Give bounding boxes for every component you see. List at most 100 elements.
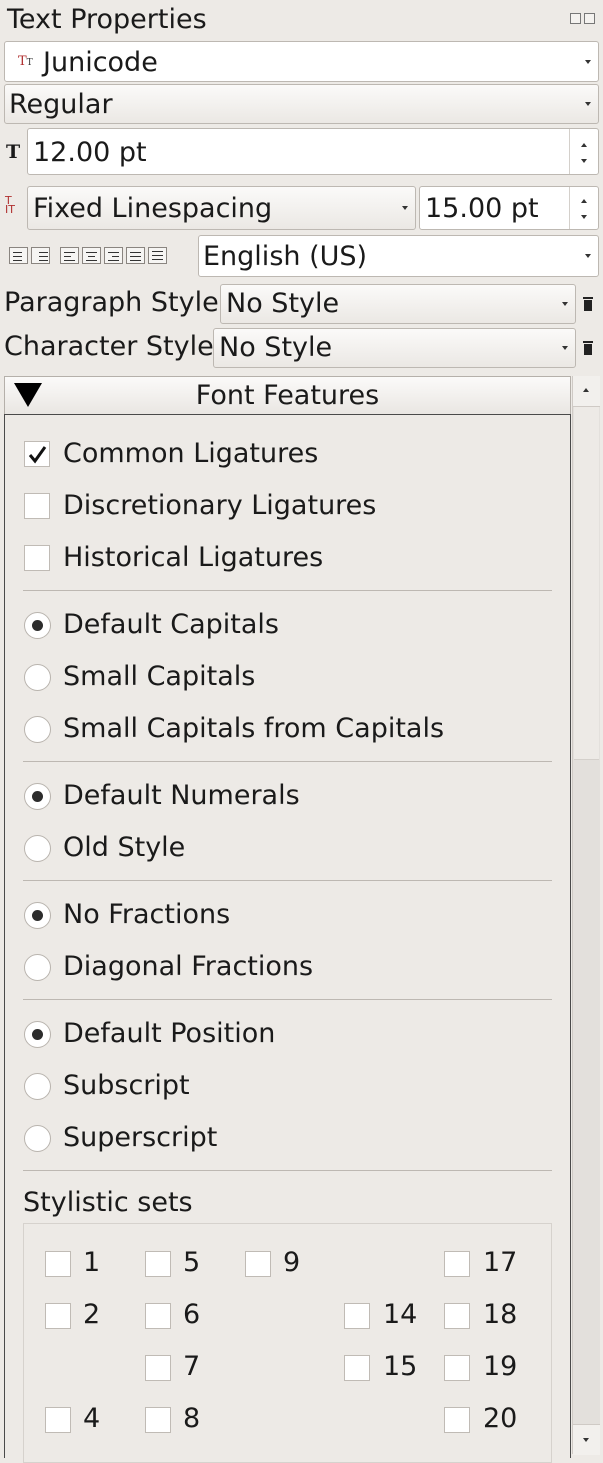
stylistic-set-checkbox[interactable] <box>344 1355 370 1381</box>
stylistic-set-checkbox[interactable] <box>145 1251 171 1277</box>
chevron-down-icon[interactable] <box>562 302 568 306</box>
font-style-combo[interactable]: Regular <box>4 84 599 124</box>
default-capitals-radio[interactable] <box>24 612 51 639</box>
chevron-down-icon[interactable] <box>402 206 408 210</box>
superscript-radio[interactable] <box>24 1125 51 1152</box>
align-justify-icon[interactable] <box>126 247 145 264</box>
font-family-combo[interactable]: TT Junicode <box>4 41 599 82</box>
default-numerals-radio[interactable] <box>24 783 51 810</box>
stylistic-set-label: 4 <box>83 1403 101 1434</box>
font-size-icon: T <box>6 141 21 163</box>
font-size-spinbox[interactable]: 12.00 pt <box>27 128 599 175</box>
stylistic-set-checkbox[interactable] <box>444 1407 470 1433</box>
separator <box>23 761 552 762</box>
subscript-radio[interactable] <box>24 1073 51 1100</box>
linespacing-mode-combo[interactable]: Fixed Linespacing <box>27 186 416 230</box>
chevron-down-icon <box>583 1438 589 1442</box>
font-features-header[interactable]: Font Features <box>4 376 571 416</box>
chevron-up-icon <box>583 388 589 392</box>
separator <box>23 1170 552 1171</box>
paragraph-style-combo[interactable]: No Style <box>220 284 576 324</box>
paragraph-style-label: Paragraph Style: <box>4 287 228 318</box>
stylistic-set-checkbox[interactable] <box>444 1355 470 1381</box>
scroll-thumb[interactable] <box>574 407 599 760</box>
character-style-combo[interactable]: No Style <box>213 328 576 368</box>
chevron-down-icon[interactable] <box>585 60 591 64</box>
spin-up-icon[interactable] <box>581 143 587 147</box>
stylistic-set-checkbox[interactable] <box>444 1251 470 1277</box>
historical-ligatures-checkbox[interactable] <box>24 545 50 571</box>
spin-up-icon[interactable] <box>581 199 587 203</box>
chevron-down-icon[interactable] <box>562 346 568 350</box>
spin-down-icon[interactable] <box>581 159 587 163</box>
stylistic-set-label: 20 <box>483 1403 518 1434</box>
align-left-icon[interactable] <box>60 247 79 264</box>
font-type-icon: TT <box>18 54 33 69</box>
language-combo[interactable]: English (US) <box>198 235 599 277</box>
stylistic-set-checkbox[interactable] <box>45 1303 71 1329</box>
stylistic-set-label: 14 <box>383 1299 418 1330</box>
checkmark-icon <box>28 446 47 464</box>
old-style-label: Old Style <box>63 832 186 863</box>
diagonal-fractions-label: Diagonal Fractions <box>63 951 314 982</box>
stylistic-set-label: 2 <box>83 1299 101 1330</box>
stylistic-set-label: 9 <box>283 1247 301 1278</box>
default-capitals-label: Default Capitals <box>63 609 279 640</box>
small-capitals-from-capitals-label: Small Capitals from Capitals <box>63 713 445 744</box>
stylistic-set-checkbox[interactable] <box>145 1355 171 1381</box>
stylistic-set-label: 1 <box>83 1247 101 1278</box>
linespacing-spinbox[interactable]: 15.00 pt <box>419 186 599 230</box>
align-center-icon[interactable] <box>82 247 101 264</box>
align-right-icon[interactable] <box>104 247 123 264</box>
panel-title: Text Properties <box>7 4 207 35</box>
stylistic-set-label: 7 <box>183 1351 201 1382</box>
discretionary-ligatures-checkbox[interactable] <box>24 493 50 519</box>
chevron-down-icon[interactable] <box>585 254 591 258</box>
superscript-label: Superscript <box>63 1122 218 1153</box>
default-position-radio[interactable] <box>24 1021 51 1048</box>
stylistic-set-label: 15 <box>383 1351 418 1382</box>
trash-icon[interactable] <box>582 296 594 312</box>
stylistic-set-checkbox[interactable] <box>444 1303 470 1329</box>
character-style-value: No Style <box>219 332 333 363</box>
small-capitals-label: Small Capitals <box>63 661 256 692</box>
no-fractions-radio[interactable] <box>24 902 51 929</box>
small-capitals-from-capitals-radio[interactable] <box>24 716 51 743</box>
small-capitals-radio[interactable] <box>24 664 51 691</box>
stylistic-set-checkbox[interactable] <box>145 1303 171 1329</box>
spin-down-icon[interactable] <box>581 215 587 219</box>
direction-ltr-icon[interactable] <box>9 247 28 264</box>
stylistic-set-label: 19 <box>483 1351 518 1382</box>
stylistic-set-label: 17 <box>483 1247 518 1278</box>
stylistic-set-checkbox[interactable] <box>344 1303 370 1329</box>
stylistic-set-label: 8 <box>183 1403 201 1434</box>
float-icon[interactable] <box>570 13 581 24</box>
font-family-value: Junicode <box>43 47 158 78</box>
paragraph-style-value: No Style <box>226 288 340 319</box>
font-features-title: Font Features <box>195 380 380 411</box>
old-style-radio[interactable] <box>24 835 51 862</box>
dock-buttons[interactable] <box>570 13 595 24</box>
vertical-scrollbar[interactable] <box>572 376 600 1455</box>
align-force-justify-icon[interactable] <box>148 247 167 264</box>
scroll-up-button[interactable] <box>573 376 600 407</box>
chevron-down-icon[interactable] <box>585 102 591 106</box>
scroll-down-button[interactable] <box>573 1424 600 1455</box>
default-position-label: Default Position <box>63 1018 276 1049</box>
stylistic-set-checkbox[interactable] <box>145 1407 171 1433</box>
discretionary-ligatures-label: Discretionary Ligatures <box>63 490 377 521</box>
close-icon[interactable] <box>584 13 595 24</box>
stylistic-set-checkbox[interactable] <box>245 1251 271 1277</box>
stylistic-set-checkbox[interactable] <box>45 1251 71 1277</box>
separator <box>23 880 552 881</box>
common-ligatures-checkbox[interactable] <box>24 441 50 467</box>
stylistic-set-label: 6 <box>183 1299 201 1330</box>
default-numerals-label: Default Numerals <box>63 780 300 811</box>
stylistic-set-checkbox[interactable] <box>45 1407 71 1433</box>
language-value: English (US) <box>203 241 368 272</box>
direction-rtl-icon[interactable] <box>31 247 50 264</box>
trash-icon[interactable] <box>582 340 594 356</box>
diagonal-fractions-radio[interactable] <box>24 954 51 981</box>
common-ligatures-label: Common Ligatures <box>63 438 319 469</box>
linespacing-value: 15.00 pt <box>425 193 539 224</box>
